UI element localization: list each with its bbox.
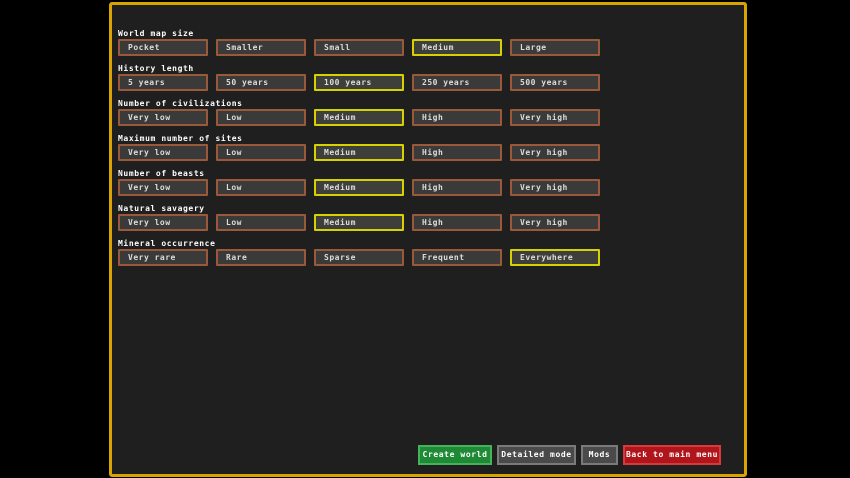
option-button-selected[interactable]: Medium [314, 109, 404, 126]
option-button[interactable]: 500 years [510, 74, 600, 91]
option-button-selected[interactable]: Everywhere [510, 249, 600, 266]
setting-label: Mineral occurrence [118, 239, 216, 248]
option-button[interactable]: Rare [216, 249, 306, 266]
setting-label: Natural savagery [118, 204, 205, 213]
option-button[interactable]: Smaller [216, 39, 306, 56]
option-button[interactable]: Large [510, 39, 600, 56]
option-button[interactable]: High [412, 144, 502, 161]
option-button[interactable]: Very high [510, 144, 600, 161]
setting-label: History length [118, 64, 194, 73]
option-button[interactable]: Very low [118, 214, 208, 231]
option-button[interactable]: Pocket [118, 39, 208, 56]
option-button[interactable]: Low [216, 179, 306, 196]
detailed-mode-button[interactable]: Detailed mode [497, 445, 576, 465]
option-button[interactable]: Very rare [118, 249, 208, 266]
option-button[interactable]: Very low [118, 109, 208, 126]
mods-button[interactable]: Mods [581, 445, 618, 465]
option-button[interactable]: 50 years [216, 74, 306, 91]
option-button-selected[interactable]: Medium [314, 144, 404, 161]
option-button[interactable]: Low [216, 144, 306, 161]
option-button-selected[interactable]: 100 years [314, 74, 404, 91]
option-button-selected[interactable]: Medium [314, 179, 404, 196]
create-world-button[interactable]: Create world [418, 445, 492, 465]
option-button[interactable]: High [412, 109, 502, 126]
option-button[interactable]: Very high [510, 179, 600, 196]
world-generation-panel: World map size Pocket Smaller Small Medium La… [109, 2, 747, 477]
setting-label: Number of civilizations [118, 99, 243, 108]
back-to-main-menu-button[interactable]: Back to main menu [623, 445, 721, 465]
option-button[interactable]: Very high [510, 214, 600, 231]
option-button[interactable]: Sparse [314, 249, 404, 266]
option-button[interactable]: Low [216, 109, 306, 126]
option-button[interactable]: 5 years [118, 74, 208, 91]
option-button-selected[interactable]: Medium [314, 214, 404, 231]
setting-label: Number of beasts [118, 169, 205, 178]
option-button[interactable]: Very high [510, 109, 600, 126]
option-button[interactable]: Small [314, 39, 404, 56]
option-button-selected[interactable]: Medium [412, 39, 502, 56]
option-button[interactable]: High [412, 214, 502, 231]
option-button[interactable]: Low [216, 214, 306, 231]
option-button[interactable]: High [412, 179, 502, 196]
option-button[interactable]: 250 years [412, 74, 502, 91]
option-button[interactable]: Very low [118, 179, 208, 196]
option-button[interactable]: Very low [118, 144, 208, 161]
setting-label: World map size [118, 29, 194, 38]
setting-label: Maximum number of sites [118, 134, 243, 143]
option-button[interactable]: Frequent [412, 249, 502, 266]
